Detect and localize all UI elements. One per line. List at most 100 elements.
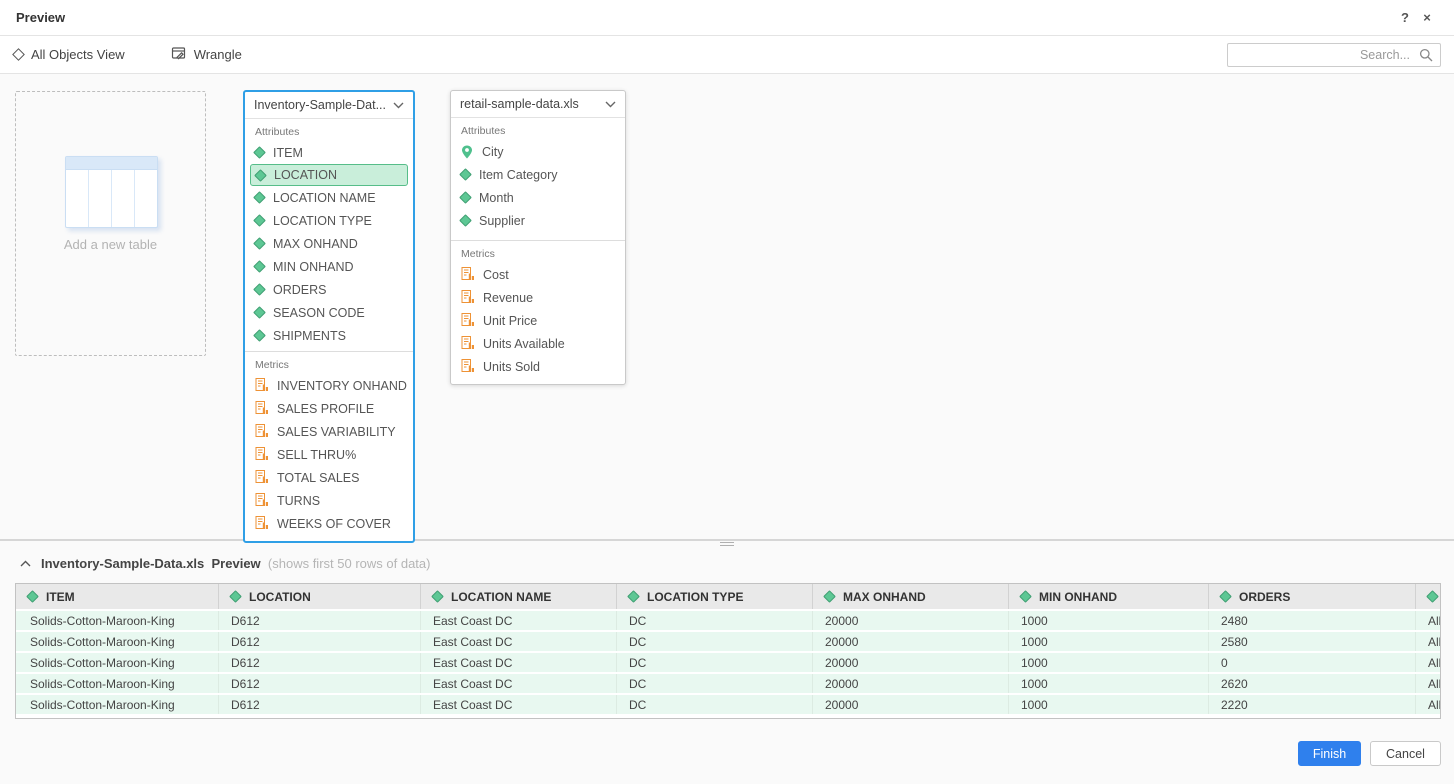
metric-item[interactable]: SALES PROFILE	[245, 397, 413, 420]
diamond-outline-icon	[12, 48, 25, 61]
cell: D612	[219, 632, 421, 651]
attribute-icon	[1019, 590, 1032, 603]
metric-icon	[461, 359, 474, 375]
attribute-item[interactable]: MIN ONHAND	[245, 255, 413, 278]
attribute-item[interactable]: SEASON CODE	[245, 301, 413, 324]
panel-resize-handle[interactable]	[0, 539, 1454, 547]
metrics-section-label: Metrics	[451, 241, 625, 263]
all-objects-view-button[interactable]: All Objects View	[14, 47, 125, 62]
metric-icon	[255, 470, 268, 486]
cell: DC	[617, 653, 813, 672]
metric-icon	[461, 267, 474, 283]
cell: East Coast DC	[421, 611, 617, 630]
search-icon	[1419, 48, 1433, 62]
column-header[interactable]: LOCATION TYPE	[617, 584, 813, 609]
attribute-item-selected[interactable]: LOCATION	[250, 164, 408, 186]
close-icon[interactable]: ×	[1416, 10, 1438, 25]
metric-icon	[255, 378, 268, 394]
metric-item[interactable]: Revenue	[451, 286, 625, 309]
column-header[interactable]: LOCATION NAME	[421, 584, 617, 609]
cell: D612	[219, 653, 421, 672]
dataset-dropdown-retail[interactable]: retail-sample-data.xls	[451, 91, 625, 118]
cell: 1000	[1009, 695, 1209, 714]
metric-item[interactable]: TOTAL SALES	[245, 466, 413, 489]
attribute-icon	[229, 590, 242, 603]
attributes-section-label: Attributes	[245, 119, 413, 141]
metric-item[interactable]: WEEKS OF COVER	[245, 512, 413, 535]
preview-dialog: Preview ? × All Objects View Wrangle	[0, 0, 1454, 784]
cell: All	[1416, 695, 1441, 714]
attribute-label: LOCATION	[274, 168, 337, 182]
attribute-icon	[253, 329, 266, 342]
attribute-item[interactable]: ORDERS	[245, 278, 413, 301]
dataset-title: retail-sample-data.xls	[460, 97, 579, 111]
attribute-label: Month	[479, 191, 514, 205]
column-header[interactable]: MIN ONHAND	[1009, 584, 1209, 609]
attribute-icon	[26, 590, 39, 603]
attribute-icon	[431, 590, 444, 603]
attribute-icon	[253, 283, 266, 296]
column-header[interactable]: ORDERS	[1209, 584, 1416, 609]
metric-item[interactable]: Units Available	[451, 332, 625, 355]
metric-label: Cost	[483, 268, 509, 282]
attribute-label: MIN ONHAND	[273, 260, 354, 274]
chevron-down-icon	[393, 102, 404, 109]
metric-item[interactable]: Units Sold	[451, 355, 625, 378]
search-box	[1227, 43, 1441, 67]
cell: Solids-Cotton-Maroon-King	[16, 674, 219, 693]
attribute-label: City	[482, 145, 504, 159]
cell: 1000	[1009, 674, 1209, 693]
attribute-item-geo[interactable]: City	[451, 140, 625, 163]
attribute-item[interactable]: Supplier	[451, 209, 625, 232]
metric-label: INVENTORY ONHAND	[277, 379, 407, 393]
wrangle-button[interactable]: Wrangle	[171, 46, 242, 64]
chevron-down-icon	[605, 101, 616, 108]
metric-label: SALES PROFILE	[277, 402, 374, 416]
attribute-icon	[627, 590, 640, 603]
search-input[interactable]	[1227, 43, 1441, 67]
cell: Solids-Cotton-Maroon-King	[16, 632, 219, 651]
metric-label: SELL THRU%	[277, 448, 356, 462]
metric-item[interactable]: TURNS	[245, 489, 413, 512]
metric-label: Unit Price	[483, 314, 537, 328]
metric-item[interactable]: INVENTORY ONHAND	[245, 374, 413, 397]
attribute-item[interactable]: Item Category	[451, 163, 625, 186]
add-new-table-dropzone[interactable]: Add a new table	[15, 91, 206, 356]
cell: 20000	[813, 611, 1009, 630]
attribute-item[interactable]: Month	[451, 186, 625, 209]
attribute-item[interactable]: MAX ONHAND	[245, 232, 413, 255]
dataset-title: Inventory-Sample-Dat...	[254, 98, 386, 112]
preview-label: Preview	[212, 556, 261, 571]
metric-icon	[255, 493, 268, 509]
metric-item[interactable]: Unit Price	[451, 309, 625, 332]
column-header[interactable]: LOCATION	[219, 584, 421, 609]
attribute-item[interactable]: LOCATION TYPE	[245, 209, 413, 232]
cancel-button[interactable]: Cancel	[1370, 741, 1441, 766]
attribute-item[interactable]: SHIPMENTS	[245, 324, 413, 347]
metric-icon	[255, 447, 268, 463]
attribute-item[interactable]: LOCATION NAME	[245, 186, 413, 209]
help-icon[interactable]: ?	[1394, 10, 1416, 25]
metrics-list: Metrics INVENTORY ONHAND SALES PROFILE S…	[245, 352, 413, 541]
cell: 20000	[813, 653, 1009, 672]
preview-header: Inventory-Sample-Data.xls Preview (shows…	[0, 547, 1454, 571]
cell: 2480	[1209, 611, 1416, 630]
cell: D612	[219, 695, 421, 714]
table-row: Solids-Cotton-Maroon-KingD612East Coast …	[16, 695, 1441, 714]
metric-item[interactable]: SELL THRU%	[245, 443, 413, 466]
metric-icon	[255, 401, 268, 417]
column-header[interactable]	[1416, 584, 1441, 609]
column-header[interactable]: ITEM	[16, 584, 219, 609]
chevron-up-icon[interactable]	[20, 560, 31, 567]
column-header[interactable]: MAX ONHAND	[813, 584, 1009, 609]
dataset-panel-inventory: Inventory-Sample-Dat... Attributes ITEM …	[243, 90, 415, 543]
metric-item[interactable]: SALES VARIABILITY	[245, 420, 413, 443]
attribute-item[interactable]: ITEM	[245, 141, 413, 164]
model-canvas: Add a new table Inventory-Sample-Dat... …	[0, 74, 1454, 539]
attribute-icon	[1219, 590, 1232, 603]
metric-item[interactable]: Cost	[451, 263, 625, 286]
dataset-panel-retail: retail-sample-data.xls Attributes City I…	[450, 90, 626, 385]
dataset-dropdown-inventory[interactable]: Inventory-Sample-Dat...	[245, 92, 413, 119]
finish-button[interactable]: Finish	[1298, 741, 1361, 766]
attribute-label: ORDERS	[273, 283, 326, 297]
